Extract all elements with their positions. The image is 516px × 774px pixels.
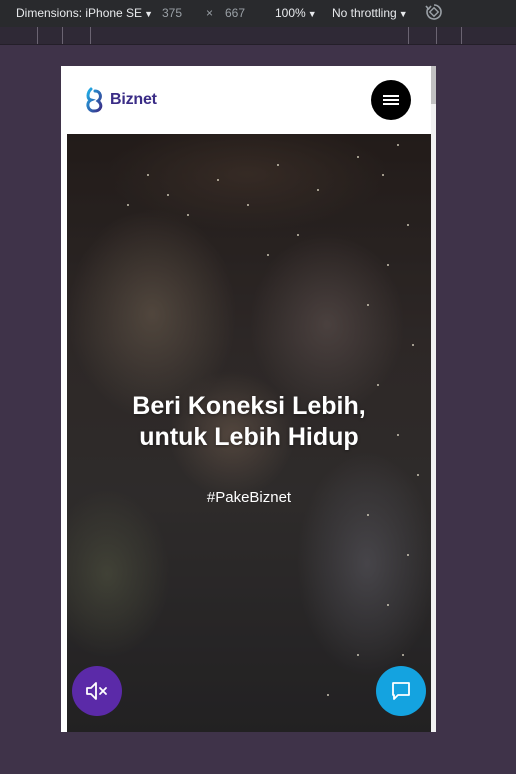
hero-title: Beri Koneksi Lebih, untuk Lebih Hidup xyxy=(67,391,431,453)
sparkle-dot xyxy=(367,514,369,516)
ruler-tick xyxy=(461,27,462,44)
logo-text: Biznet xyxy=(110,91,157,108)
ruler-tick xyxy=(62,27,63,44)
sparkle-dot xyxy=(167,194,169,196)
chevron-down-icon: ▼ xyxy=(307,9,317,19)
biznet-logo-mark-icon xyxy=(86,87,103,113)
sparkle-dot xyxy=(267,254,269,256)
sparkle-dot xyxy=(387,264,389,266)
sparkle-dot xyxy=(407,554,409,556)
sparkle-dot xyxy=(382,174,384,176)
sparkle-dot xyxy=(357,156,359,158)
sparkle-dot xyxy=(217,179,219,181)
sparkle-dot xyxy=(357,654,359,656)
sparkle-dot xyxy=(327,694,329,696)
volume-mute-icon xyxy=(86,682,107,700)
hero-title-line-2: untuk Lebih Hidup xyxy=(139,423,359,451)
chat-button[interactable] xyxy=(376,666,426,716)
sparkle-dot xyxy=(407,224,409,226)
ruler-tick xyxy=(408,27,409,44)
device-dimensions-label: Dimensions: iPhone SE xyxy=(16,6,143,20)
media-query-ruler xyxy=(0,27,516,45)
sparkle-dot xyxy=(147,174,149,176)
device-dimensions-dropdown[interactable]: Dimensions: iPhone SE ▼ xyxy=(16,6,153,20)
zoom-label: 100% xyxy=(275,6,306,20)
sparkle-dot xyxy=(297,234,299,236)
sparkle-dot xyxy=(417,474,419,476)
throttling-dropdown[interactable]: No throttling ▼ xyxy=(332,6,408,20)
mute-button[interactable] xyxy=(72,666,122,716)
sparkle-dot xyxy=(387,604,389,606)
sparkle-dot xyxy=(277,164,279,166)
scrollbar-thumb[interactable] xyxy=(431,66,436,104)
device-viewport: Biznet Beri Koneksi Lebih, untuk Lebih H… xyxy=(61,66,436,732)
width-input[interactable]: 375 xyxy=(162,6,182,20)
hero-title-line-1: Beri Koneksi Lebih, xyxy=(132,392,366,420)
sparkle-dot xyxy=(397,144,399,146)
times-separator: × xyxy=(206,6,214,20)
devtools-device-toolbar: Dimensions: iPhone SE ▼ 375 × 667 100% ▼ N… xyxy=(0,0,516,27)
page-scrollbar[interactable] xyxy=(431,66,436,732)
zoom-dropdown[interactable]: 100% ▼ xyxy=(275,6,317,20)
biznet-logo[interactable]: Biznet xyxy=(85,87,157,113)
sparkle-dot xyxy=(127,204,129,206)
sparkle-dot xyxy=(402,654,404,656)
sparkle-dot xyxy=(367,304,369,306)
sparkle-dot xyxy=(377,384,379,386)
sparkle-dot xyxy=(247,204,249,206)
chevron-down-icon: ▼ xyxy=(398,9,408,19)
sparkle-dot xyxy=(317,189,319,191)
chat-bubble-icon xyxy=(392,682,410,700)
throttling-label: No throttling xyxy=(332,6,397,20)
sparkle-dot xyxy=(187,214,189,216)
hero-video: Beri Koneksi Lebih, untuk Lebih Hidup #P… xyxy=(67,134,431,732)
rotate-icon[interactable] xyxy=(424,2,444,22)
ruler-tick xyxy=(90,27,91,44)
ruler-tick xyxy=(37,27,38,44)
hamburger-icon xyxy=(383,93,399,107)
sparkle-dot xyxy=(412,344,414,346)
chevron-down-icon: ▼ xyxy=(144,9,153,19)
menu-button[interactable] xyxy=(371,80,411,120)
hero-tagline: #PakeBiznet xyxy=(206,489,292,506)
height-input[interactable]: 667 xyxy=(225,6,245,20)
ruler-tick xyxy=(436,27,437,44)
